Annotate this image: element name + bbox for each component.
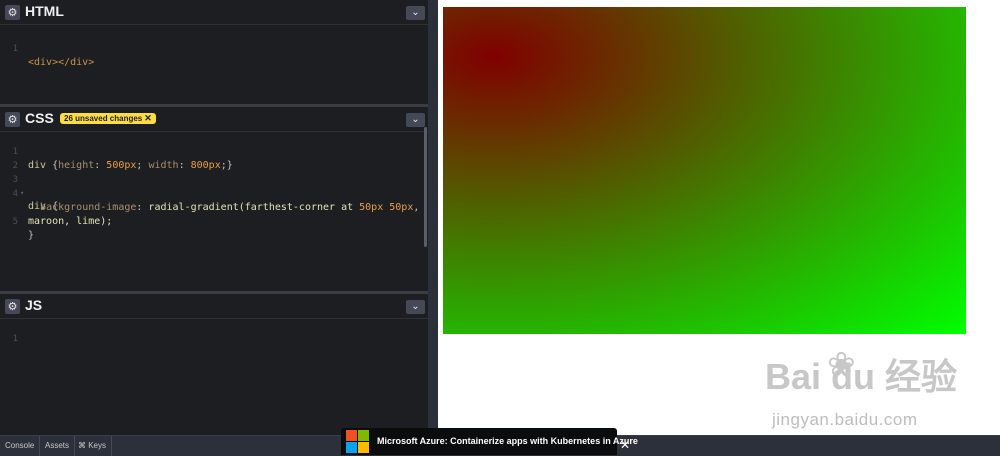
js-panel-title: JS xyxy=(25,297,43,313)
paw-watermark-icon: ❀ xyxy=(827,345,856,385)
css-collapse-chevron-icon[interactable]: ⌄ xyxy=(406,113,425,127)
assets-button[interactable]: Assets xyxy=(40,436,76,456)
js-collapse-chevron-icon[interactable]: ⌄ xyxy=(406,300,425,314)
editor-column: ⚙ HTML ⌄ 1 <div></div> ⚙ CSS ⌄ 1 div {he… xyxy=(0,0,428,435)
unsaved-changes-label: 26 unsaved changes xyxy=(64,114,143,123)
html-code-editor[interactable]: 1 <div></div> xyxy=(0,30,420,100)
baidu-watermark-logo: Bai du 经验 xyxy=(765,356,958,397)
code-line: 1 xyxy=(0,320,48,344)
code-text: div {height: 500px; width: 800px;} xyxy=(28,160,233,171)
html-panel: ⚙ HTML ⌄ 1 <div></div> xyxy=(0,0,428,104)
line-number: 1 xyxy=(12,44,18,54)
html-collapse-chevron-icon[interactable]: ⌄ xyxy=(406,6,425,20)
html-panel-title: HTML xyxy=(25,3,64,19)
css-panel-title: CSS xyxy=(25,110,54,126)
css-scrollbar[interactable] xyxy=(424,127,427,247)
logo-square xyxy=(346,430,357,441)
logo-square xyxy=(346,442,357,453)
html-settings-gear-icon[interactable]: ⚙ xyxy=(5,5,20,20)
close-badge-icon[interactable]: ✕ xyxy=(144,113,152,123)
code-line: 1 <div></div> xyxy=(0,30,95,68)
js-code-editor[interactable]: 1 xyxy=(0,320,420,430)
ad-close-icon[interactable]: ✕ xyxy=(619,438,631,453)
html-panel-header: ⚙ HTML ⌄ xyxy=(0,0,428,25)
line-number: 5 xyxy=(12,217,18,227)
css-panel: ⚙ CSS ⌄ 1 div {height: 500px; width: 800… xyxy=(0,107,428,291)
ad-banner[interactable]: Microsoft Azure: Containerize apps with … xyxy=(341,428,638,455)
logo-square xyxy=(358,442,369,453)
code-line: 5 } xyxy=(0,203,48,241)
baidu-watermark-url: jingyan.baidu.com xyxy=(772,410,918,429)
keys-button[interactable]: ⌘ Keys xyxy=(73,436,113,456)
js-panel-header: ⚙ JS ⌄ xyxy=(0,294,428,319)
logo-square xyxy=(358,430,369,441)
line-number: 1 xyxy=(12,334,18,344)
console-button[interactable]: Console xyxy=(0,436,41,456)
code-text: <div></div> xyxy=(28,57,95,68)
code-line: 1 div {height: 500px; width: 800px;} xyxy=(0,133,233,171)
editor-preview-resizer[interactable] xyxy=(428,0,438,435)
gradient-box xyxy=(443,7,966,334)
code-line: 4 background-image: radial-gradient(fart… xyxy=(0,175,420,213)
microsoft-logo-icon xyxy=(346,430,369,453)
code-line: 3 ▾ div { xyxy=(0,161,59,212)
js-panel: ⚙ JS ⌄ 1 xyxy=(0,294,428,435)
css-code-editor[interactable]: 1 div {height: 500px; width: 800px;} 2 3… xyxy=(0,133,420,283)
unsaved-changes-badge[interactable]: 26 unsaved changes ✕ xyxy=(60,113,156,124)
code-text: background-image: radial-gradient(farthe… xyxy=(40,202,420,213)
css-settings-gear-icon[interactable]: ⚙ xyxy=(5,112,20,127)
js-settings-gear-icon[interactable]: ⚙ xyxy=(5,299,20,314)
code-text: } xyxy=(28,230,35,241)
code-line: 2 xyxy=(0,147,48,171)
code-line: maroon, lime); xyxy=(0,189,112,227)
ad-text[interactable]: Microsoft Azure: Containerize apps with … xyxy=(377,436,638,446)
